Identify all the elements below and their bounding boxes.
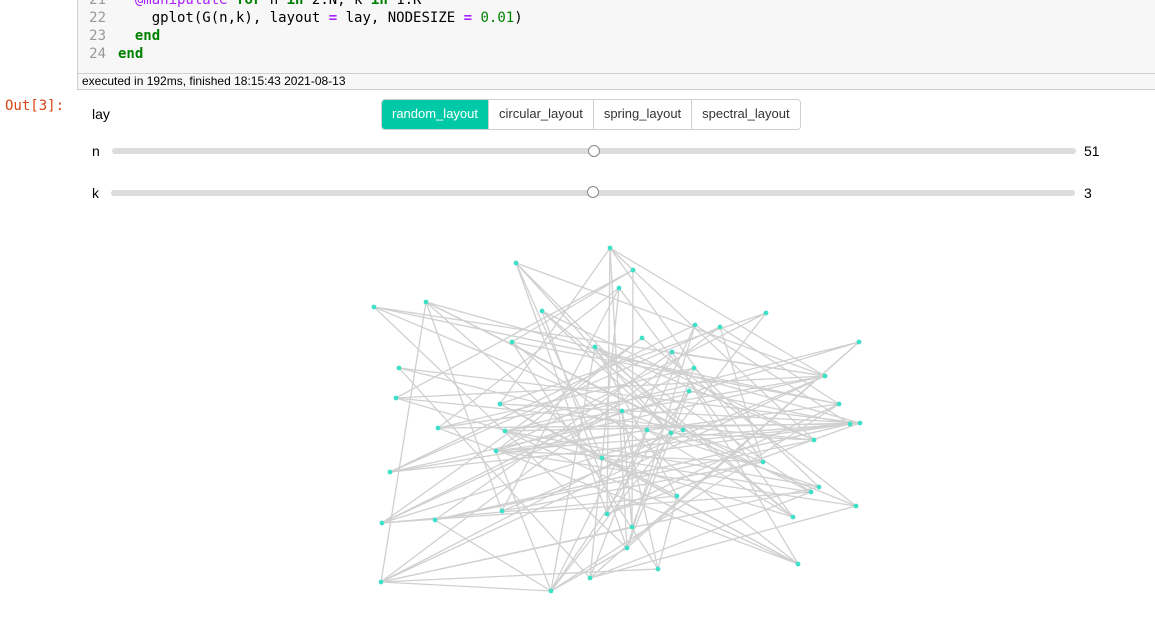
graph-node	[691, 365, 697, 371]
graph-node	[795, 561, 801, 567]
graph-node	[393, 395, 399, 401]
graph-edge	[495, 450, 552, 592]
graph-node	[856, 339, 862, 345]
graph-node	[760, 459, 766, 465]
graph-node	[674, 493, 680, 499]
graph-node	[539, 308, 545, 314]
graph-plot	[371, 245, 863, 594]
graph-node	[502, 428, 508, 434]
graph-edges	[373, 247, 861, 592]
graph-node	[616, 285, 622, 291]
graph-node	[435, 425, 441, 431]
graph-edge	[609, 247, 826, 377]
graph-edge	[499, 247, 611, 405]
graph-edge	[671, 351, 826, 377]
graph-node	[378, 579, 384, 585]
graph-node	[717, 324, 723, 330]
graph-node	[639, 335, 645, 341]
graph-node	[599, 455, 605, 461]
graph-node	[493, 448, 499, 454]
graph-node	[604, 511, 610, 517]
graph-node	[624, 545, 630, 551]
graph-node	[811, 437, 817, 443]
graph-edge	[515, 262, 826, 377]
graph-node	[423, 299, 429, 305]
graph-node	[808, 489, 814, 495]
graph-node	[686, 388, 692, 394]
graph-node	[853, 503, 859, 509]
graph-node	[432, 517, 438, 523]
graph-node	[607, 245, 613, 251]
graph-edge	[395, 269, 634, 399]
graph-node	[587, 575, 593, 581]
graph-node	[692, 322, 698, 328]
graph-node	[371, 304, 377, 310]
graph-node	[592, 344, 598, 350]
graph-node	[857, 420, 863, 426]
graph-edge	[657, 495, 678, 570]
graph-node	[790, 514, 796, 520]
graph-node	[655, 566, 661, 572]
graph-node	[680, 427, 686, 433]
graph-node	[668, 430, 674, 436]
graph-node	[379, 520, 385, 526]
graph-node	[499, 508, 505, 514]
graph-node	[816, 484, 822, 490]
graph-node	[548, 588, 554, 594]
graph-node	[836, 401, 842, 407]
graph-node	[763, 310, 769, 316]
graph-edge	[380, 581, 552, 592]
graph-node	[619, 408, 625, 414]
graph-node	[822, 373, 828, 379]
graph-node	[497, 401, 503, 407]
graph-node	[509, 339, 515, 345]
graph-node	[644, 427, 650, 433]
graph-node	[847, 421, 853, 427]
graph-node	[669, 349, 675, 355]
graph-node	[387, 469, 393, 475]
graph-edge	[380, 326, 721, 583]
graph-node	[396, 365, 402, 371]
graph-node	[630, 267, 636, 273]
graph-node	[513, 260, 519, 266]
graph-node	[629, 524, 635, 530]
graph-edge	[380, 301, 427, 583]
